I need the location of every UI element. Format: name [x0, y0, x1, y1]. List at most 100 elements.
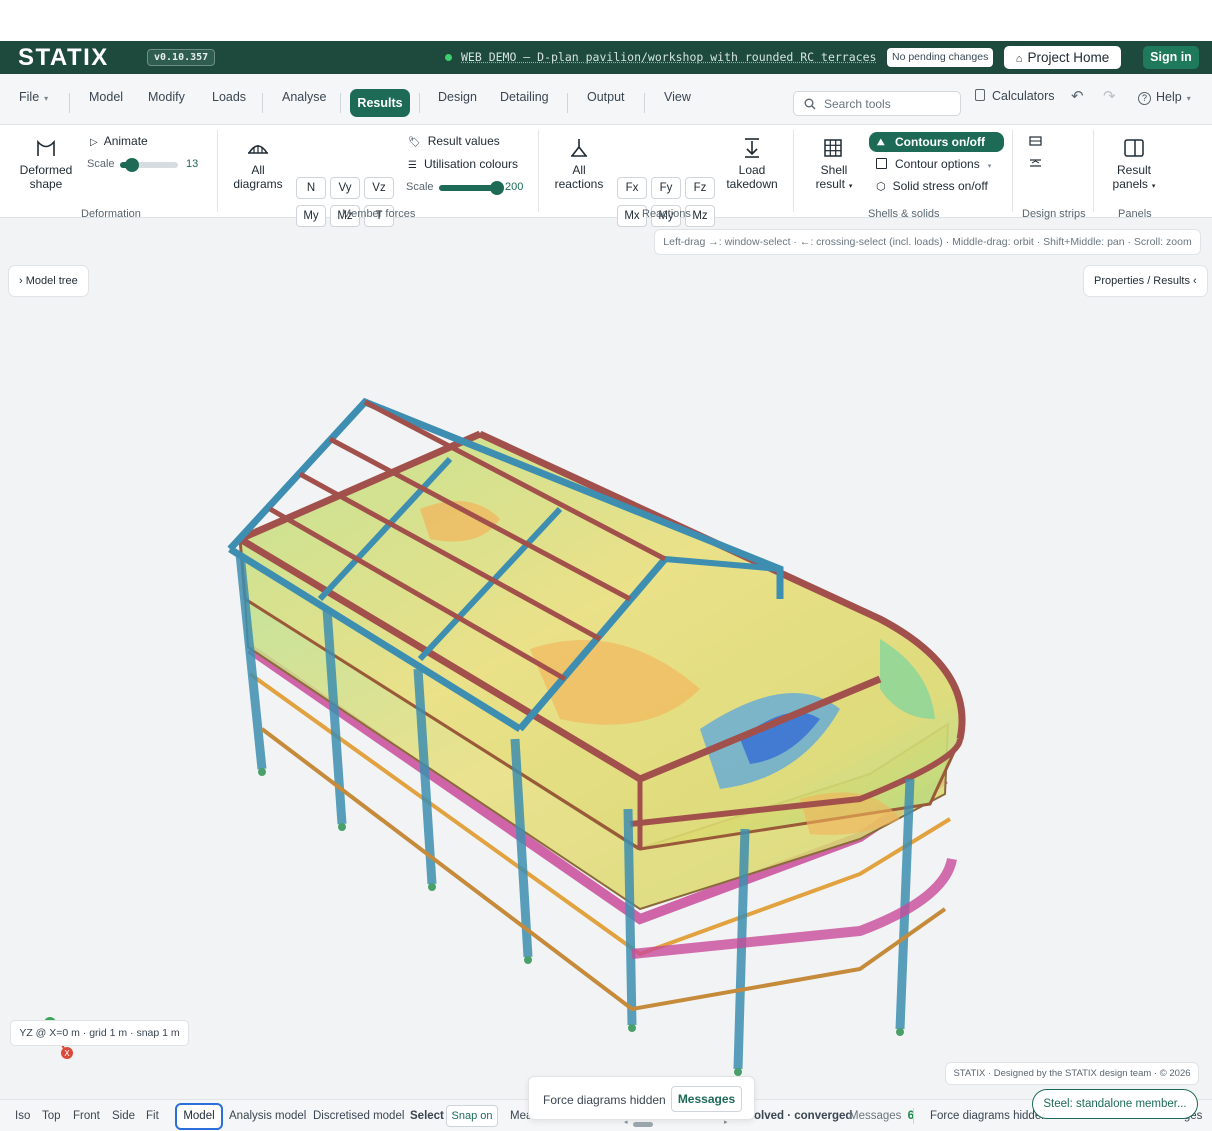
menu-loads[interactable]: Loads: [212, 90, 246, 104]
bars-icon: ☰: [408, 160, 417, 171]
reaction-fx-button[interactable]: Fx: [617, 177, 647, 199]
force-scale-value: 200: [505, 181, 524, 193]
load-takedown-icon: [745, 138, 759, 158]
solid-stress-toggle[interactable]: ⬡ Solid stress on/off: [876, 179, 988, 194]
chevron-down-icon: ▾: [987, 163, 992, 170]
scroll-right-icon[interactable]: ▸: [724, 1118, 728, 1126]
contour-options-dropdown[interactable]: Contour options ▾: [876, 157, 991, 174]
force-vy-button[interactable]: Vy: [330, 177, 360, 199]
horizontal-scrollbar[interactable]: ◂ ▸: [624, 1119, 728, 1128]
redo-icon[interactable]: ↷: [1103, 87, 1116, 105]
project-title[interactable]: WEB DEMO — D-plan pavilion/workshop with…: [461, 50, 876, 64]
version-badge: v0.10.357: [147, 49, 216, 66]
contours-toggle[interactable]: ⛰ Contours on/off: [869, 132, 1004, 152]
view-side-button[interactable]: Side: [112, 1110, 135, 1122]
menu-design[interactable]: Design: [438, 90, 477, 104]
menu-bar: File ▾ Model Modify Loads Analyse Results…: [0, 74, 1212, 125]
ribbon-toolbar: Deformed shape ▷ Animate Scale 13 Deformat…: [0, 125, 1212, 227]
deformed-shape-button[interactable]: Deformed shape: [16, 163, 76, 191]
menu-file[interactable]: File ▾: [19, 90, 48, 104]
scroll-thumb[interactable]: [633, 1122, 653, 1127]
deform-scale-slider[interactable]: [120, 158, 178, 172]
project-home-label: Project Home: [1027, 50, 1110, 65]
fit-view-button[interactable]: Fit: [146, 1110, 159, 1122]
notification-toast[interactable]: Steel: standalone member...: [1032, 1089, 1198, 1119]
calculators-button[interactable]: Calculators: [975, 89, 1055, 103]
display-model-button[interactable]: Model: [175, 1103, 223, 1130]
all-reactions-button[interactable]: All reactions: [549, 163, 609, 191]
shell-result-label-2: result: [815, 177, 845, 191]
menu-results[interactable]: Results: [350, 89, 410, 117]
menu-model[interactable]: Model: [89, 90, 123, 104]
result-panels-dropdown[interactable]: Result panels ▾: [1104, 163, 1164, 194]
scroll-left-icon[interactable]: ◂: [624, 1118, 628, 1126]
chevron-down-icon: ▾: [848, 183, 853, 190]
app-window: STATIX v0.10.357 WEB DEMO — D-plan pavil…: [0, 41, 1212, 1131]
chevron-down-icon: ▾: [1151, 183, 1156, 190]
messages-status[interactable]: Messages 6: [849, 1110, 914, 1122]
shell-result-dropdown[interactable]: Shell result ▾: [804, 163, 864, 194]
force-n-button[interactable]: N: [296, 177, 326, 199]
force-scale-label: Scale: [406, 181, 434, 193]
pending-changes-badge[interactable]: No pending changes: [887, 48, 994, 67]
menu-output[interactable]: Output: [587, 90, 625, 104]
deform-scale-label: Scale: [87, 158, 115, 170]
menu-view[interactable]: View: [664, 90, 691, 104]
force-vz-button[interactable]: Vz: [364, 177, 394, 199]
snap-toggle[interactable]: Snap on: [446, 1105, 498, 1127]
view-iso-button[interactable]: Iso: [15, 1110, 30, 1122]
load-takedown-label-2: takedown: [726, 177, 778, 191]
home-icon: ⌂: [1015, 53, 1023, 65]
chevron-down-icon: ▾: [1186, 94, 1191, 103]
search-input[interactable]: Search tools: [793, 91, 961, 116]
deform-scale-knob[interactable]: [124, 158, 139, 172]
undo-icon[interactable]: ↶: [1071, 87, 1084, 105]
reaction-fz-button[interactable]: Fz: [685, 177, 715, 199]
deform-scale-value: 13: [186, 158, 199, 170]
sign-in-button[interactable]: Sign in: [1143, 46, 1199, 69]
play-icon: ▷: [90, 137, 98, 148]
popup-messages-button[interactable]: Messages: [671, 1086, 742, 1112]
all-diagrams-button[interactable]: All diagrams: [228, 163, 288, 191]
coordinate-readout: YZ @ X=0 m · grid 1 m · snap 1 m: [10, 1020, 189, 1046]
view-front-button[interactable]: Front: [73, 1110, 100, 1122]
status-dot-icon: [445, 54, 452, 61]
load-takedown-button[interactable]: Load takedown: [722, 163, 782, 191]
strip-x-icon[interactable]: [1029, 136, 1042, 146]
utilisation-colours-toggle[interactable]: ☰ Utilisation colours: [408, 157, 518, 173]
display-analysis-model-button[interactable]: Analysis model: [229, 1110, 306, 1122]
strip-y-icon[interactable]: [1029, 158, 1042, 168]
all-diagrams-icon: [248, 145, 268, 154]
force-scale-slider[interactable]: [439, 181, 504, 195]
menu-analyse[interactable]: Analyse: [282, 90, 326, 104]
reactions-icon: [571, 139, 587, 157]
reaction-fy-button[interactable]: Fy: [651, 177, 681, 199]
animate-button[interactable]: ▷ Animate: [90, 134, 148, 150]
help-menu[interactable]: ? Help ▾: [1138, 90, 1191, 105]
project-home-button[interactable]: ⌂ Project Home: [1004, 46, 1121, 69]
result-panels-label-1: Result: [1116, 163, 1151, 177]
search-icon: [804, 98, 816, 110]
contour-options-label: Contour options: [895, 157, 980, 171]
select-mode-label[interactable]: Select: [410, 1110, 444, 1122]
menu-detailing[interactable]: Detailing: [500, 90, 549, 104]
result-panels-label-2: panels: [1112, 177, 1148, 191]
calculator-icon: [975, 89, 985, 101]
view-top-button[interactable]: Top: [42, 1110, 61, 1122]
display-discretised-model-button[interactable]: Discretised model: [313, 1110, 404, 1122]
popup-text: Force diagrams hidden: [543, 1093, 666, 1107]
force-scale-fill: [439, 185, 497, 191]
help-icon: ?: [1138, 92, 1151, 105]
cube-icon: ⬡: [876, 181, 886, 193]
result-values-toggle[interactable]: 🏷 Result values: [408, 134, 500, 150]
help-label: Help: [1156, 90, 1182, 104]
force-scale-knob[interactable]: [490, 181, 504, 195]
force-diagrams-popup: Force diagrams hidden Messages: [528, 1076, 755, 1120]
3d-viewport[interactable]: Left-drag →: window-select · ←: crossing…: [0, 219, 1212, 1099]
structure-model[interactable]: [0, 219, 1212, 1099]
credit-label: STATIX · Designed by the STATIX design t…: [945, 1062, 1199, 1085]
all-reactions-label-2: reactions: [554, 177, 604, 191]
result-values-label: Result values: [427, 134, 500, 148]
solid-stress-label: Solid stress on/off: [892, 179, 988, 193]
menu-modify[interactable]: Modify: [148, 90, 185, 104]
